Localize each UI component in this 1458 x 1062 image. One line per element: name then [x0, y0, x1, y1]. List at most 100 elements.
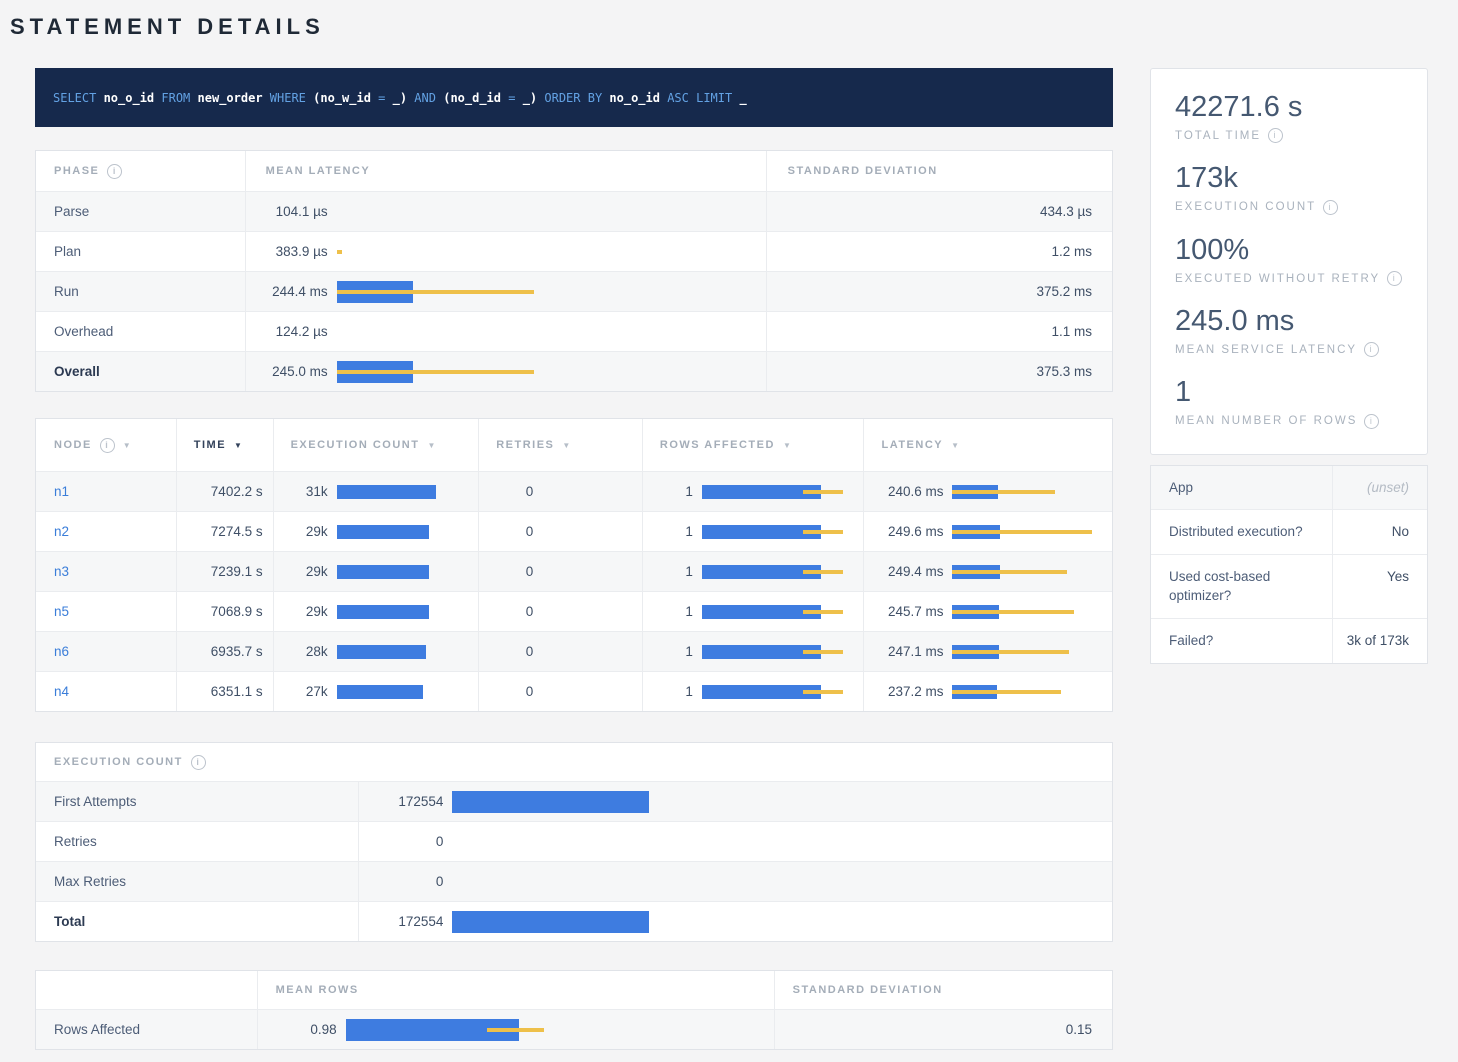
rows-affected-bar	[702, 485, 864, 499]
stat-executed-without-retry: 100% EXECUTED WITHOUT RETRYi	[1175, 234, 1403, 286]
rows-affected-value: 1	[643, 564, 702, 579]
rows-affected-value: 1	[643, 644, 702, 659]
sort-arrow-icon[interactable]: ▼	[783, 441, 792, 450]
exec-row-value: 0	[359, 834, 452, 849]
exec-row-label: First Attempts	[54, 794, 137, 809]
mean-latency-value: 244.4 ms	[246, 284, 337, 299]
phase-label: Overhead	[54, 324, 113, 339]
execution-count-value: 29k	[274, 524, 337, 539]
exec-row-label: Total	[54, 914, 85, 929]
table-row: Overall 245.0 ms 375.3 ms	[36, 351, 1112, 391]
info-icon[interactable]: i	[100, 438, 115, 453]
table-row: Rows Affected 0.98 0.15	[36, 1009, 1112, 1049]
execution-count-bar	[337, 685, 479, 699]
table-row: Distributed execution? No	[1151, 509, 1427, 554]
cost-based-optimizer-label: Used cost-based optimizer?	[1151, 555, 1333, 618]
time-value: 6351.1 s	[211, 684, 263, 699]
info-icon[interactable]: i	[107, 164, 122, 179]
retries-value: 0	[479, 604, 542, 619]
node-link[interactable]: n2	[54, 524, 69, 539]
latency-bar	[337, 361, 766, 383]
info-icon[interactable]: i	[1268, 128, 1283, 143]
table-row: Overhead 124.2 µs 1.1 ms	[36, 311, 1112, 351]
mean-rows-value: 0.98	[258, 1022, 346, 1037]
execution-count-value: 29k	[274, 604, 337, 619]
info-icon[interactable]: i	[1323, 200, 1338, 215]
latency-value: 237.2 ms	[864, 684, 952, 699]
empty-header-cell	[36, 971, 258, 1009]
time-header-cell[interactable]: TIME ▼	[177, 419, 274, 471]
retries-value: 0	[479, 524, 542, 539]
execution-count-header-cell[interactable]: EXECUTION COUNT ▼	[274, 419, 480, 471]
rows-affected-value: 1	[643, 524, 702, 539]
sort-arrow-icon[interactable]: ▼	[123, 441, 132, 450]
execution-count-table-header-cell: EXECUTION COUNT i	[36, 743, 1112, 781]
table-row: n3 7239.1 s 29k 0 1 249.4 ms	[36, 551, 1112, 591]
stat-label: EXECUTED WITHOUT RETRY	[1175, 273, 1380, 285]
latency-value: 247.1 ms	[864, 644, 952, 659]
time-value: 7068.9 s	[211, 604, 263, 619]
mean-latency-value: 383.9 µs	[246, 244, 337, 259]
info-icon[interactable]: i	[1387, 271, 1402, 286]
time-value: 7239.1 s	[211, 564, 263, 579]
stat-mean-number-of-rows: 1 MEAN NUMBER OF ROWSi	[1175, 376, 1403, 428]
execution-count-value: 29k	[274, 564, 337, 579]
execution-count-bar	[337, 605, 479, 619]
node-header-cell[interactable]: NODE i ▼	[36, 419, 177, 471]
stat-label: TOTAL TIME	[1175, 130, 1261, 142]
rows-affected-bar	[702, 685, 864, 699]
phase-label: Overall	[54, 364, 100, 379]
stat-label: MEAN NUMBER OF ROWS	[1175, 415, 1357, 427]
sort-arrow-icon[interactable]: ▼	[234, 441, 243, 450]
rows-affected-table: MEAN ROWS STANDARD DEVIATION Rows Affect…	[35, 970, 1113, 1050]
stddev-header-cell: STANDARD DEVIATION	[767, 151, 1112, 191]
latency-header-cell[interactable]: LATENCY ▼	[864, 419, 1112, 471]
table-row: n4 6351.1 s 27k 0 1 237.2 ms	[36, 671, 1112, 711]
execution-count-bar	[337, 645, 479, 659]
table-row: Retries 0	[36, 821, 1112, 861]
rows-affected-table-header: MEAN ROWS STANDARD DEVIATION	[36, 971, 1112, 1009]
table-row: App (unset)	[1151, 466, 1427, 510]
stat-label: MEAN SERVICE LATENCY	[1175, 344, 1357, 356]
table-row: n6 6935.7 s 28k 0 1 247.1 ms	[36, 631, 1112, 671]
stddev-header-cell: STANDARD DEVIATION	[775, 971, 1112, 1009]
side-column: 42271.6 s TOTAL TIMEi 173k EXECUTION COU…	[1150, 68, 1428, 664]
stat-label: EXECUTION COUNT	[1175, 201, 1316, 213]
mean-rows-bar	[346, 1019, 774, 1041]
sort-arrow-icon[interactable]: ▼	[562, 441, 571, 450]
node-link[interactable]: n6	[54, 644, 69, 659]
info-icon[interactable]: i	[191, 755, 206, 770]
rows-affected-header-cell[interactable]: ROWS AFFECTED ▼	[643, 419, 865, 471]
node-header-label: NODE	[54, 439, 92, 451]
table-row: n1 7402.2 s 31k 0 1 240.6 ms	[36, 471, 1112, 511]
phase-table: PHASE i MEAN LATENCY STANDARD DEVIATION …	[35, 150, 1113, 392]
retries-header-label: RETRIES	[496, 439, 554, 451]
node-link[interactable]: n5	[54, 604, 69, 619]
retries-value: 0	[479, 484, 542, 499]
exec-row-label: Retries	[54, 834, 97, 849]
phase-header-cell: PHASE i	[36, 151, 246, 191]
mean-rows-header-cell: MEAN ROWS	[258, 971, 775, 1009]
retries-value: 0	[479, 564, 542, 579]
time-header-label: TIME	[194, 439, 226, 451]
stddev-value: 375.2 ms	[1036, 284, 1092, 299]
latency-value: 249.4 ms	[864, 564, 952, 579]
latency-bar	[337, 321, 766, 343]
table-row: Failed? 3k of 173k	[1151, 618, 1427, 663]
info-icon[interactable]: i	[1364, 342, 1379, 357]
info-icon[interactable]: i	[1364, 414, 1379, 429]
rows-affected-bar	[702, 605, 864, 619]
table-row: n2 7274.5 s 29k 0 1 249.6 ms	[36, 511, 1112, 551]
mean-latency-value: 104.1 µs	[246, 204, 337, 219]
node-link[interactable]: n4	[54, 684, 69, 699]
stat-mean-service-latency: 245.0 ms MEAN SERVICE LATENCYi	[1175, 305, 1403, 357]
sort-arrow-icon[interactable]: ▼	[427, 441, 436, 450]
rows-affected-label: Rows Affected	[54, 1022, 140, 1037]
mean-latency-header-label: MEAN LATENCY	[266, 165, 371, 177]
retries-header-cell[interactable]: RETRIES ▼	[479, 419, 643, 471]
node-link[interactable]: n1	[54, 484, 69, 499]
node-link[interactable]: n3	[54, 564, 69, 579]
time-value: 6935.7 s	[211, 644, 263, 659]
sort-arrow-icon[interactable]: ▼	[951, 441, 960, 450]
stat-value: 42271.6 s	[1175, 91, 1403, 124]
